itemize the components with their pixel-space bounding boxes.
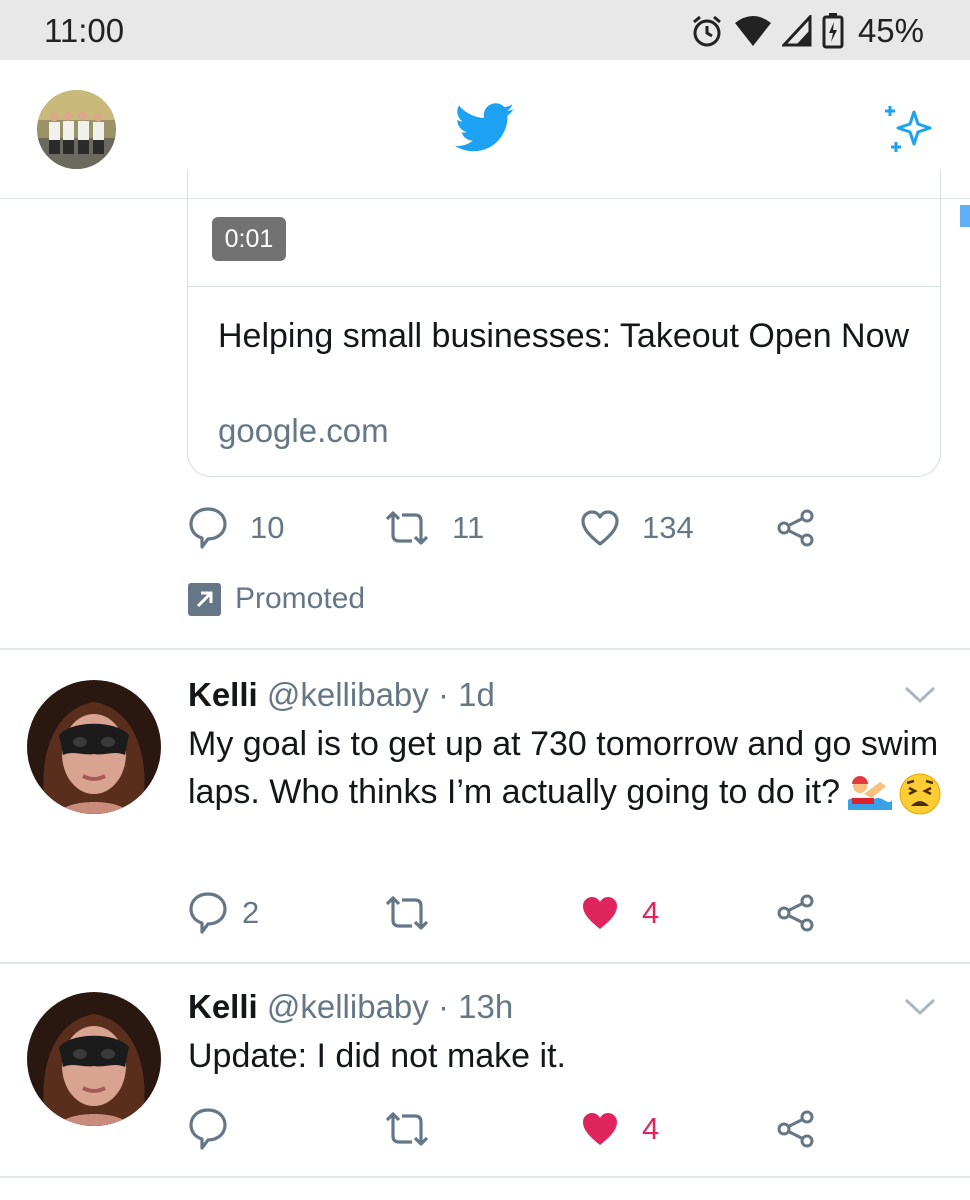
scroll-indicator: [960, 205, 970, 227]
wifi-icon: [734, 16, 771, 46]
reply-button[interactable]: 10: [188, 505, 284, 551]
retweet-button[interactable]: 11: [384, 505, 484, 551]
signal-icon: [781, 15, 812, 47]
promoted-label: Promoted: [235, 582, 366, 615]
reply-count: 10: [250, 510, 285, 545]
tweet-author-name[interactable]: Kelli: [188, 676, 258, 713]
heart-filled-icon: [583, 897, 617, 929]
like-button[interactable]: 134: [580, 505, 694, 551]
heart-filled-icon: [583, 1113, 617, 1145]
like-button[interactable]: 4: [580, 1106, 659, 1152]
promoted-actions: 10 11 134: [188, 505, 828, 551]
share-icon: [777, 894, 814, 932]
tweet-separator: ·: [437, 988, 449, 1025]
like-count: 134: [642, 510, 694, 545]
tweet-text-content: My goal is to get up at 730 tomorrow and…: [188, 725, 939, 811]
tweet-author-handle[interactable]: @kellibaby: [267, 676, 429, 713]
sparkle-icon[interactable]: [880, 98, 940, 158]
tweet-text: My goal is to get up at 730 tomorrow and…: [188, 720, 948, 816]
chevron-down-icon[interactable]: [903, 996, 937, 1018]
retweet-button[interactable]: [384, 890, 430, 936]
share-icon: [777, 1110, 814, 1148]
share-button[interactable]: [776, 1106, 816, 1152]
tweet-text: Update: I did not make it.: [188, 1037, 566, 1075]
reply-button[interactable]: [188, 1106, 228, 1152]
card-divider: [187, 286, 940, 287]
chevron-down-icon[interactable]: [903, 684, 937, 706]
status-bar: 11:00 45%: [0, 0, 970, 60]
reply-icon: [189, 892, 227, 934]
tweet-actions: 4: [188, 1106, 828, 1152]
tweet-timestamp: 1d: [458, 676, 495, 713]
tweet-author-handle[interactable]: @kellibaby: [267, 988, 429, 1025]
tweet-header: Kelli @kellibaby · 13h: [188, 988, 513, 1026]
status-time: 11:00: [44, 12, 125, 49]
like-count: 4: [642, 1111, 660, 1146]
tweet-actions: 2 4: [188, 890, 828, 936]
promoted-indicator: Promoted: [188, 582, 365, 616]
retweet-count: 11: [452, 510, 485, 545]
card-domain: google.com: [218, 412, 389, 449]
share-button[interactable]: [776, 890, 816, 936]
battery-charging-icon: [822, 13, 844, 49]
tweet-author-name[interactable]: Kelli: [188, 988, 258, 1025]
heart-outline-icon: [581, 510, 619, 546]
battery-percent: 45%: [857, 12, 924, 49]
reply-icon: [189, 507, 227, 549]
reply-icon: [189, 1108, 227, 1150]
retweet-icon: [385, 511, 429, 545]
tweet-header: Kelli @kellibaby · 1d: [188, 676, 495, 714]
tweet-avatar[interactable]: [27, 680, 161, 814]
like-button[interactable]: 4: [580, 890, 659, 936]
twitter-bird-icon: [455, 103, 514, 152]
video-duration-badge: 0:01: [212, 217, 286, 261]
promoted-arrow-icon: [188, 582, 221, 616]
tweet-timestamp: 13h: [458, 988, 514, 1025]
status-icons: 45%: [690, 12, 924, 50]
tweet-avatar[interactable]: [27, 992, 161, 1126]
profile-avatar[interactable]: [37, 90, 116, 169]
reply-count: 2: [242, 895, 260, 930]
swimmer-emoji: [848, 776, 892, 811]
retweet-icon: [385, 1112, 429, 1146]
divider: [0, 962, 970, 964]
retweet-icon: [385, 896, 429, 930]
divider: [0, 648, 970, 650]
alarm-icon: [692, 15, 721, 47]
card-title[interactable]: Helping small businesses: Takeout Open N…: [218, 312, 918, 361]
like-count: 4: [642, 895, 660, 930]
weary-face-emoji: [899, 773, 941, 815]
retweet-button[interactable]: [384, 1106, 430, 1152]
share-button[interactable]: [776, 505, 816, 551]
share-icon: [777, 509, 814, 547]
reply-button[interactable]: 2: [188, 890, 259, 936]
tweet-separator: ·: [437, 676, 449, 713]
divider: [0, 1176, 970, 1178]
